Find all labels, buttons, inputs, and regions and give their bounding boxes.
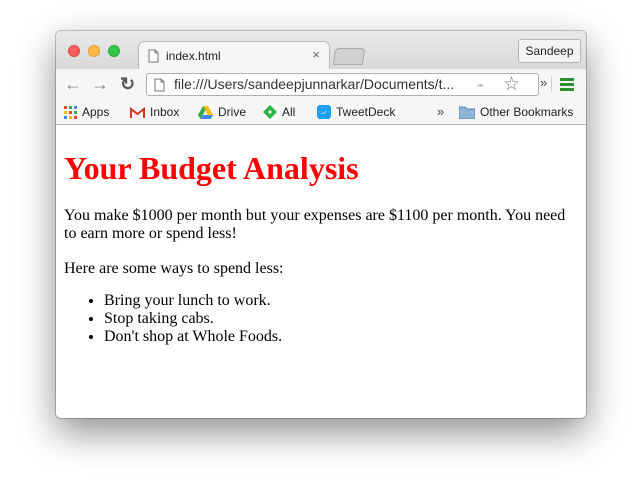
bookmarks-overflow-icon[interactable]: » (437, 104, 444, 119)
other-bookmarks-label: Other Bookmarks (480, 105, 574, 119)
bookmark-label: Apps (82, 105, 110, 119)
close-window-button[interactable] (68, 45, 80, 57)
drive-icon (198, 106, 213, 123)
bookmark-apps[interactable]: Apps (64, 104, 109, 120)
new-tab-button[interactable] (332, 48, 366, 65)
tab-strip: index.html × Sandeep (56, 31, 586, 69)
bookmark-label: All (282, 105, 296, 119)
apps-grid-icon (64, 106, 77, 123)
other-bookmarks[interactable]: Other Bookmarks (458, 104, 574, 123)
back-arrow-icon[interactable]: ← (64, 74, 82, 94)
bookmark-label: Drive (218, 105, 247, 119)
bookmark-all[interactable]: All (263, 104, 295, 120)
page-icon (154, 78, 165, 97)
menu-icon[interactable] (560, 78, 574, 91)
forward-arrow-icon[interactable]: → (91, 74, 109, 94)
toolbar: ← → ↻ file:///Users/sandeepjunnarkar/Doc… (56, 69, 586, 99)
bookmarks-bar: Apps Inbox Drive All TweetDeck » Other B… (56, 99, 586, 125)
gmail-icon (130, 106, 145, 123)
reload-icon[interactable]: ↻ (120, 74, 135, 94)
tab-title: index.html (166, 49, 221, 63)
bookmark-star-icon[interactable]: ☆ (503, 73, 520, 96)
extension-icon[interactable]: ⌁ (477, 78, 484, 92)
maximize-window-button[interactable] (108, 45, 120, 57)
minimize-window-button[interactable] (88, 45, 100, 57)
list-item: Stop taking cabs. (104, 310, 282, 328)
list-item: Bring your lunch to work. (104, 292, 282, 310)
page-content: Your Budget Analysis You make $1000 per … (56, 126, 586, 418)
toolbar-divider (551, 76, 552, 92)
url-text[interactable]: file:///Users/sandeepjunnarkar/Documents… (174, 76, 474, 92)
tab-index-html[interactable]: index.html × (138, 41, 330, 69)
tab-close-icon[interactable]: × (312, 47, 320, 62)
tips-intro: Here are some ways to spend less: (64, 260, 284, 277)
extensions-overflow-icon[interactable]: » (540, 75, 547, 90)
tweetdeck-icon (317, 105, 331, 123)
bookmark-tweetdeck[interactable]: TweetDeck (317, 104, 395, 120)
folder-icon (458, 106, 476, 123)
list-item: Don't shop at Whole Foods. (104, 328, 282, 346)
tips-list: Bring your lunch to work. Stop taking ca… (64, 292, 282, 346)
browser-window: index.html × Sandeep ← → ↻ file:///Users… (56, 31, 586, 418)
profile-button[interactable]: Sandeep (518, 39, 581, 63)
feedly-icon (263, 105, 277, 123)
address-bar[interactable]: file:///Users/sandeepjunnarkar/Documents… (146, 73, 539, 96)
bookmark-drive[interactable]: Drive (198, 104, 246, 120)
file-icon (148, 49, 159, 68)
bookmark-label: TweetDeck (336, 105, 396, 119)
budget-summary: You make $1000 per month but your expens… (64, 207, 566, 242)
page-heading: Your Budget Analysis (64, 150, 359, 186)
bookmark-inbox[interactable]: Inbox (130, 104, 179, 120)
bookmark-label: Inbox (150, 105, 180, 119)
